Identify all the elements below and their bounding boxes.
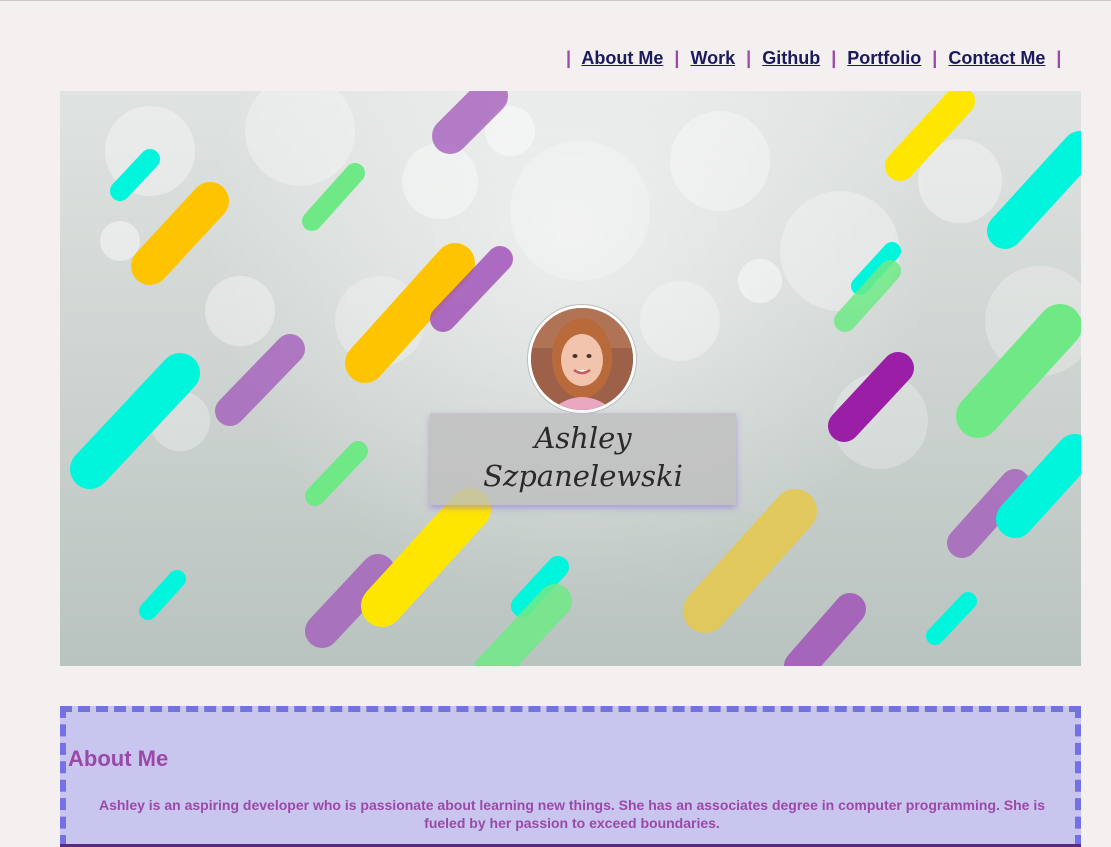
about-me-section: About Me Ashley is an aspiring developer… <box>60 706 1081 847</box>
profile-avatar <box>528 305 636 413</box>
name-last: Szpanelewski <box>483 459 683 493</box>
nav-separator: | <box>1056 48 1062 68</box>
top-border <box>0 0 1111 1</box>
nav-link-portfolio[interactable]: Portfolio <box>847 48 921 68</box>
hero-banner: Ashley Szpanelewski <box>60 91 1081 666</box>
nav-link-work[interactable]: Work <box>690 48 735 68</box>
nav-link-github[interactable]: Github <box>762 48 820 68</box>
nav-separator: | <box>674 48 680 68</box>
nav-separator: | <box>566 48 572 68</box>
main-nav: | About Me | Work | Github | Portfolio |… <box>560 48 1067 69</box>
nav-separator: | <box>746 48 752 68</box>
name-banner: Ashley Szpanelewski <box>430 413 736 505</box>
name-first: Ashley <box>534 421 632 455</box>
nav-separator: | <box>831 48 837 68</box>
nav-link-contact-me[interactable]: Contact Me <box>948 48 1045 68</box>
nav-separator: | <box>932 48 938 68</box>
profile-photo <box>531 308 633 410</box>
nav-link-about-me[interactable]: About Me <box>581 48 663 68</box>
about-heading: About Me <box>68 746 169 771</box>
about-body-text: Ashley is an aspiring developer who is p… <box>98 797 1046 831</box>
